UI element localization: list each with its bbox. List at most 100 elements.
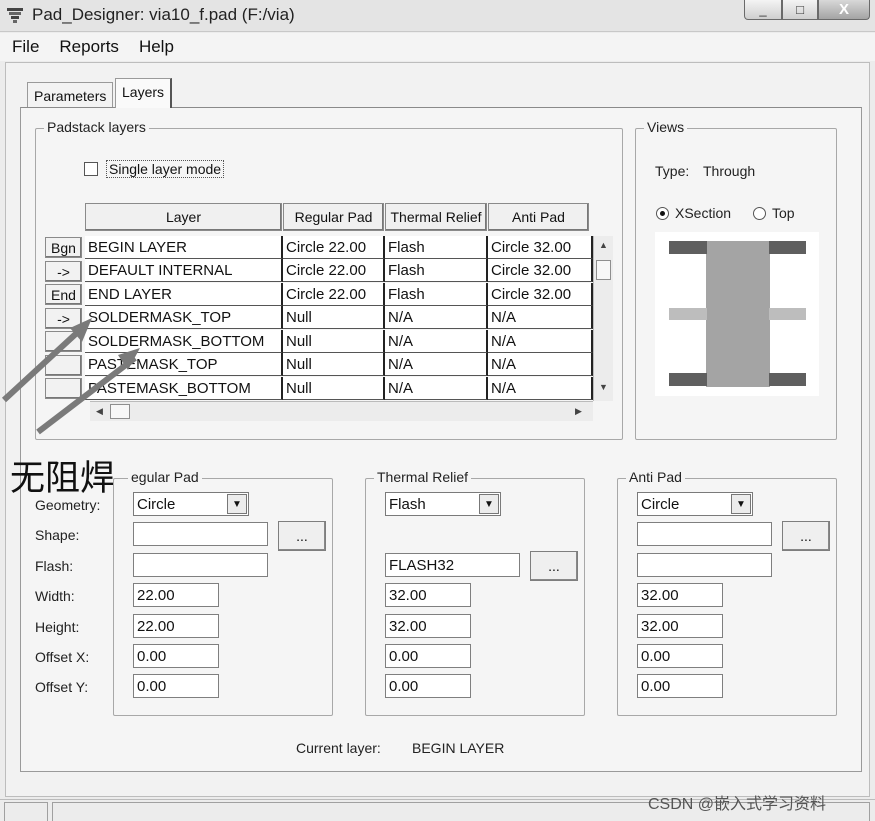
bottom-antipad (669, 373, 707, 386)
cell-anti-pad[interactable]: Circle 32.00 (488, 283, 593, 306)
cell-anti-pad[interactable]: N/A (488, 353, 593, 376)
tab-parameters[interactable]: Parameters (27, 82, 114, 107)
status-pane (4, 802, 48, 821)
regular-geometry-select[interactable]: Circle ▼ (133, 492, 249, 516)
cell-thermal-relief[interactable]: N/A (385, 377, 488, 400)
menu-reports[interactable]: Reports (59, 37, 119, 57)
anti-width-input[interactable]: 32.00 (637, 583, 723, 607)
chevron-down-icon[interactable]: ▼ (731, 494, 751, 514)
cell-anti-pad[interactable]: N/A (488, 377, 593, 400)
current-layer-label: Current layer: (296, 740, 381, 756)
drill-barrel (706, 241, 770, 387)
single-layer-mode-checkbox[interactable] (84, 162, 98, 176)
xsection-label[interactable]: XSection (675, 205, 731, 221)
anti-height-input[interactable]: 32.00 (637, 614, 723, 638)
menu-bar: File Reports Help (0, 33, 875, 61)
cell-thermal-relief[interactable]: N/A (385, 306, 488, 329)
scroll-right-icon[interactable]: ▶ (575, 406, 582, 417)
chevron-down-icon[interactable]: ▼ (479, 494, 499, 514)
cell-layer[interactable]: BEGIN LAYER (85, 236, 283, 259)
xsection-radio[interactable] (656, 207, 669, 220)
xsection-preview (655, 232, 819, 396)
bottom-antipad (769, 373, 806, 386)
thermal-geometry-select[interactable]: Flash ▼ (385, 492, 501, 516)
shape-label: Shape: (35, 527, 80, 543)
thermal-width-input[interactable]: 32.00 (385, 583, 471, 607)
cell-thermal-relief[interactable]: Flash (385, 236, 488, 259)
row-button-bgn[interactable]: Bgn (45, 237, 82, 258)
cell-regular-pad[interactable]: Null (283, 353, 385, 376)
top-antipad (769, 241, 806, 254)
anti-shape-browse-button[interactable]: ... (782, 521, 830, 551)
cell-anti-pad[interactable]: N/A (488, 306, 593, 329)
title-bar: Pad_Designer: via10_f.pad (F:/via) _ □ X (0, 0, 875, 32)
cell-thermal-relief[interactable]: N/A (385, 353, 488, 376)
regular-shape-input[interactable] (133, 522, 268, 546)
menu-file[interactable]: File (12, 37, 39, 57)
inner-pad (669, 308, 707, 320)
thermal-offset-x-input[interactable]: 0.00 (385, 644, 471, 668)
anti-pad-title: Anti Pad (626, 469, 685, 485)
regular-offset-x-input[interactable]: 0.00 (133, 644, 219, 668)
anti-geometry-select[interactable]: Circle ▼ (637, 492, 753, 516)
cell-thermal-relief[interactable]: Flash (385, 283, 488, 306)
cell-regular-pad[interactable]: Null (283, 330, 385, 353)
inner-pad (769, 308, 806, 320)
column-header-layer[interactable]: Layer (85, 203, 282, 231)
cell-thermal-relief[interactable]: N/A (385, 330, 488, 353)
top-label[interactable]: Top (772, 205, 795, 221)
thermal-height-input[interactable]: 32.00 (385, 614, 471, 638)
cell-regular-pad[interactable]: Null (283, 377, 385, 400)
close-button[interactable]: X (818, 0, 870, 20)
single-layer-mode-label[interactable]: Single layer mode (106, 160, 225, 178)
regular-height-input[interactable]: 22.00 (133, 614, 219, 638)
thermal-relief-title: Thermal Relief (374, 469, 472, 485)
window-title: Pad_Designer: via10_f.pad (F:/via) (32, 5, 295, 24)
top-radio[interactable] (753, 207, 766, 220)
cell-anti-pad[interactable]: Circle 32.00 (488, 259, 593, 282)
chevron-down-icon[interactable]: ▼ (227, 494, 247, 514)
cell-regular-pad[interactable]: Circle 22.00 (283, 259, 385, 282)
annotation-no-soldermask: 无阻焊 (10, 459, 116, 499)
minimize-button[interactable]: _ (744, 0, 782, 20)
tab-layers[interactable]: Layers (115, 78, 173, 108)
type-value: Through (703, 163, 756, 179)
cell-thermal-relief[interactable]: Flash (385, 259, 488, 282)
maximize-button[interactable]: □ (782, 0, 818, 20)
thermal-flash-browse-button[interactable]: ... (530, 551, 578, 581)
regular-shape-browse-button[interactable]: ... (278, 521, 326, 551)
thermal-flash-input[interactable]: FLASH32 (385, 553, 520, 577)
column-header-anti-pad[interactable]: Anti Pad (488, 203, 589, 231)
regular-offset-y-input[interactable]: 0.00 (133, 674, 219, 698)
cell-anti-pad[interactable]: N/A (488, 330, 593, 353)
geometry-label: Geometry: (35, 497, 101, 513)
cell-anti-pad[interactable]: Circle 32.00 (488, 236, 593, 259)
pad-designer-window: Pad_Designer: via10_f.pad (F:/via) _ □ X… (0, 0, 875, 821)
close-icon: X (838, 1, 849, 18)
regular-width-input[interactable]: 22.00 (133, 583, 219, 607)
cell-regular-pad[interactable]: Circle 22.00 (283, 236, 385, 259)
thermal-offset-y-input[interactable]: 0.00 (385, 674, 471, 698)
anti-offset-y-input[interactable]: 0.00 (637, 674, 723, 698)
column-header-regular-pad[interactable]: Regular Pad (283, 203, 384, 231)
grid-horizontal-scrollbar[interactable]: ◀ ▶ (90, 401, 593, 421)
anti-flash-input[interactable] (637, 553, 772, 577)
anti-shape-input[interactable] (637, 522, 772, 546)
row-button-arrow[interactable]: -> (45, 261, 82, 282)
maximize-icon: □ (796, 2, 804, 17)
cell-regular-pad[interactable]: Circle 22.00 (283, 283, 385, 306)
width-label: Width: (35, 588, 75, 604)
views-title: Views (644, 119, 688, 135)
annotation-arrow (36, 355, 137, 435)
grid-vertical-scrollbar[interactable]: ▲ ▼ (593, 236, 613, 401)
scroll-down-icon[interactable]: ▼ (599, 382, 608, 392)
menu-help[interactable]: Help (139, 37, 174, 57)
top-antipad (669, 241, 707, 254)
anti-offset-x-input[interactable]: 0.00 (637, 644, 723, 668)
regular-flash-input[interactable] (133, 553, 268, 577)
cell-layer[interactable]: DEFAULT INTERNAL (85, 259, 283, 282)
column-header-thermal-relief[interactable]: Thermal Relief (385, 203, 487, 231)
scroll-up-icon[interactable]: ▲ (599, 240, 608, 250)
cell-regular-pad[interactable]: Null (283, 306, 385, 329)
scroll-thumb[interactable] (596, 260, 611, 280)
